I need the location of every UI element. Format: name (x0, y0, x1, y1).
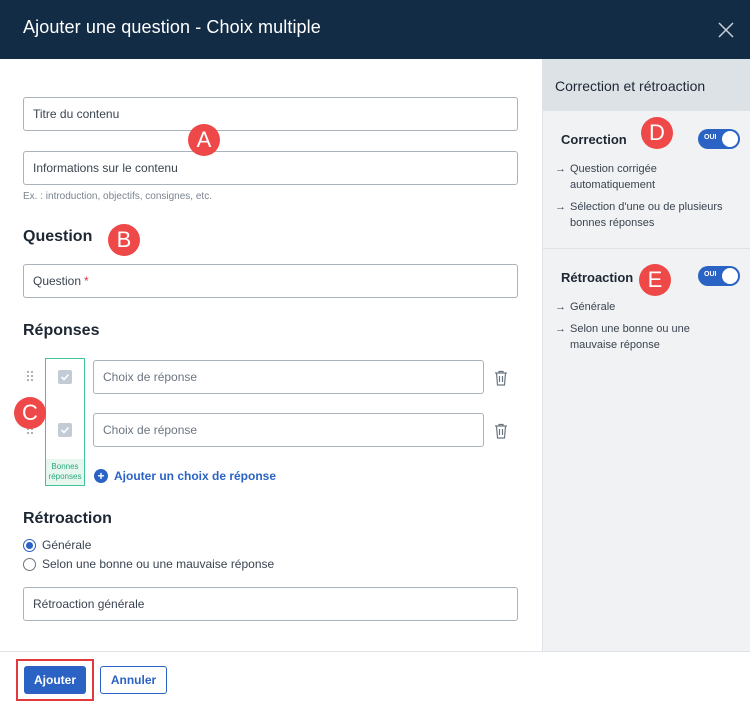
answers-heading: Réponses (23, 322, 100, 339)
content-info-hint: Ex. : introduction, objectifs, consignes… (23, 191, 212, 202)
content-title-placeholder: Titre du contenu (33, 107, 120, 121)
feedback-option-label: Générale (42, 538, 92, 552)
feedback-label: Rétroaction (561, 270, 634, 285)
dialog-title: Ajouter une question - Choix multiple (23, 17, 321, 37)
feedback-item: → Générale (555, 301, 616, 313)
add-choice-button[interactable]: + Ajouter un choix de réponse (94, 469, 276, 483)
correction-label: Correction (561, 132, 627, 147)
dialog-footer: Ajouter Annuler (0, 651, 750, 708)
divider (543, 248, 750, 249)
radio-selected[interactable] (23, 538, 36, 552)
answer-choice-input[interactable]: Choix de réponse (93, 413, 484, 447)
correction-toggle[interactable]: OUI (698, 129, 740, 149)
arrow-right-icon: → (555, 163, 566, 175)
content-info-input[interactable]: Informations sur le contenu (23, 151, 518, 185)
good-answers-label: Bonnes réponses (46, 459, 84, 485)
feedback-option-general[interactable]: Générale (23, 538, 91, 552)
side-panel-title: Correction et rétroaction (555, 78, 706, 94)
feedback-option-by-answer[interactable]: Selon une bonne ou une mauvaise réponse (23, 557, 274, 571)
marker-d: D (641, 117, 673, 149)
answer-choice-placeholder: Choix de réponse (103, 370, 198, 384)
delete-answer-icon[interactable] (493, 422, 509, 440)
main-panel: Titre du contenu Informations sur le con… (0, 59, 542, 651)
close-icon[interactable] (714, 18, 738, 42)
correction-item: → Sélection d'une ou de plusieurs bonnes… (555, 201, 723, 229)
arrow-right-icon: → (555, 201, 566, 213)
arrow-right-icon: → (555, 301, 566, 313)
required-asterisk: * (84, 274, 89, 288)
toggle-label: OUI (704, 134, 717, 141)
answer-choice-placeholder: Choix de réponse (103, 423, 198, 437)
delete-answer-icon[interactable] (493, 369, 509, 387)
toggle-knob (722, 131, 738, 147)
marker-b: B (108, 224, 140, 256)
correct-answer-checkbox[interactable] (58, 370, 72, 384)
general-feedback-placeholder: Rétroaction générale (33, 597, 145, 611)
feedback-option-label: Selon une bonne ou une mauvaise réponse (42, 557, 275, 571)
question-heading: Question (23, 228, 93, 245)
add-choice-label: Ajouter un choix de réponse (114, 469, 277, 483)
cancel-button[interactable]: Annuler (100, 666, 167, 694)
toggle-label: OUI (704, 271, 717, 278)
content-info-placeholder: Informations sur le contenu (33, 161, 178, 175)
feedback-toggle[interactable]: OUI (698, 266, 740, 286)
question-placeholder: Question (33, 274, 82, 288)
side-panel: Correction et rétroaction Correction OUI… (542, 59, 750, 651)
marker-c: C (14, 397, 46, 429)
toggle-knob (722, 268, 738, 284)
add-button[interactable]: Ajouter (24, 666, 86, 694)
feedback-heading: Rétroaction (23, 510, 112, 527)
correct-answer-checkbox[interactable] (58, 423, 72, 437)
marker-e: E (639, 264, 671, 296)
side-panel-header: Correction et rétroaction (543, 59, 750, 111)
feedback-item: → Selon une bonne ou une mauvaise répons… (555, 323, 690, 351)
dialog-header: Ajouter une question - Choix multiple (0, 0, 750, 59)
general-feedback-input[interactable]: Rétroaction générale (23, 587, 518, 621)
radio-unselected[interactable] (23, 557, 36, 571)
correction-item: → Question corrigée automatiquement (555, 163, 657, 191)
answer-choice-input[interactable]: Choix de réponse (93, 360, 484, 394)
arrow-right-icon: → (555, 323, 566, 335)
drag-handle-icon[interactable] (26, 370, 34, 382)
marker-a: A (188, 124, 220, 156)
question-input[interactable]: Question * (23, 264, 518, 298)
plus-icon: + (94, 469, 108, 483)
content-title-input[interactable]: Titre du contenu (23, 97, 518, 131)
